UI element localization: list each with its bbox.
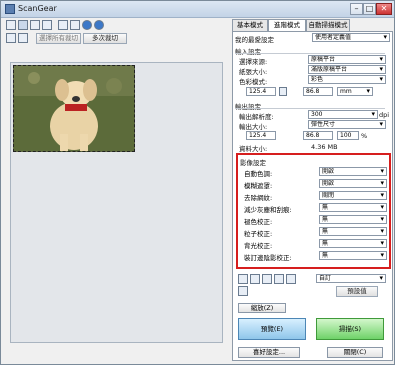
scale-field[interactable]: 100 (337, 131, 359, 140)
color-mode-select[interactable]: 彩色 (308, 75, 386, 84)
dust-scratch-select[interactable]: 無 (319, 203, 387, 212)
auto-tone-select[interactable]: 開啟 (319, 167, 387, 176)
output-settings-heading: 輸出設定 (235, 103, 261, 111)
aspect-lock-icon[interactable] (279, 87, 287, 96)
thumbnail-icon[interactable] (58, 20, 68, 30)
input-width-field[interactable]: 125.4 (246, 87, 276, 96)
source-select[interactable]: 原稿平台 (308, 55, 386, 64)
mode-tabs: 基本模式 進階模式 自動掃描模式 (232, 19, 392, 32)
image-setting-label: 模糊遮罩: (244, 182, 273, 190)
output-label: 輸出解析度: (239, 113, 274, 121)
title-bar: ScanGear – □ ✕ (1, 1, 394, 18)
close-button[interactable]: 關閉(C) (327, 347, 383, 358)
preview-toolbar (4, 19, 224, 32)
input-settings-heading: 輸入設定 (235, 48, 261, 56)
clear-icon[interactable] (70, 20, 80, 30)
image-setting-label: 減少灰塵和刮痕: (244, 206, 292, 214)
divider (235, 108, 385, 109)
app-icon (5, 4, 15, 14)
input-label: 紙張大小: (239, 68, 268, 76)
advanced-mode-panel: 我的最愛設定 使用者定義值 輸入設定 選擇來源: 原稿平台 紙張大小: 滿版原稿… (232, 31, 393, 361)
gutter-shadow-select[interactable]: 無 (319, 251, 387, 260)
input-label: 色彩模式: (239, 78, 268, 86)
data-size-label: 資料大小: (239, 145, 268, 153)
preferences-button[interactable]: 喜好設定... (238, 347, 300, 358)
paper-size-select[interactable]: 滿版原稿平台 (308, 65, 386, 74)
tone-preset-select[interactable]: 自訂 (316, 274, 386, 283)
unsharp-mask-select[interactable]: 開啟 (319, 179, 387, 188)
crop-frame-icon[interactable] (6, 33, 16, 43)
rotate-left-icon[interactable] (30, 20, 40, 30)
crop-toolbar: 選擇所有裁切 多次裁切 (4, 32, 224, 45)
window-title: ScanGear (18, 4, 57, 13)
output-label: 輸出大小: (239, 123, 268, 131)
preview-button[interactable]: 預覽(E) (238, 318, 306, 340)
auto-crop-icon[interactable] (6, 20, 16, 30)
divider (235, 53, 385, 54)
fading-correction-select[interactable]: 無 (319, 215, 387, 224)
tab-auto-scan-mode[interactable]: 自動掃描模式 (306, 19, 350, 31)
grain-correction-select[interactable]: 無 (319, 227, 387, 236)
output-width-field[interactable]: 125.4 (246, 131, 276, 140)
data-size-value: 4.36 MB (311, 143, 338, 151)
color-balance-icon[interactable] (286, 274, 296, 284)
input-height-field[interactable]: 86.8 (303, 87, 333, 96)
image-settings-heading: 影像設定 (240, 159, 266, 167)
preview-area[interactable] (10, 62, 223, 343)
image-setting-label: 背光校正: (244, 242, 273, 250)
backlight-correction-select[interactable]: 無 (319, 239, 387, 248)
image-setting-label: 粒子校正: (244, 230, 273, 238)
defaults-button[interactable]: 預設值 (336, 286, 378, 297)
preview-image[interactable] (13, 65, 135, 152)
maximize-button[interactable]: □ (363, 3, 376, 15)
minimize-button[interactable]: – (350, 3, 363, 15)
image-setting-label: 去除網紋: (244, 194, 273, 202)
image-setting-label: 自動色調: (244, 170, 273, 178)
input-label: 選擇來源: (239, 58, 268, 66)
info-icon[interactable] (82, 20, 92, 30)
histogram-icon[interactable] (250, 274, 260, 284)
select-all-crops-button[interactable]: 選擇所有裁切 (36, 33, 81, 44)
dpi-unit: dpi (379, 111, 390, 119)
rotate-right-icon[interactable] (42, 20, 52, 30)
help-icon[interactable] (94, 20, 104, 30)
select-all-icon[interactable] (18, 20, 28, 30)
zoom-button[interactable]: 縮放(Z) (238, 303, 286, 313)
output-size-select[interactable]: 彈性尺寸 (308, 120, 386, 129)
scangear-window: ScanGear – □ ✕ 選擇所有裁切 多次裁切 基本模式 進階模式 自動掃… (0, 0, 395, 365)
multi-crop-button[interactable]: 多次裁切 (83, 33, 127, 44)
close-window-button[interactable]: ✕ (376, 3, 392, 15)
descreen-select[interactable]: 關閉 (319, 191, 387, 200)
favorites-select[interactable]: 使用者定義值 (312, 33, 390, 42)
final-review-icon[interactable] (238, 286, 248, 296)
scan-button[interactable]: 掃描(S) (316, 318, 384, 340)
favorites-label: 我的最愛設定 (235, 36, 274, 44)
output-height-field[interactable]: 86.8 (303, 131, 333, 140)
image-settings-group: 影像設定 自動色調: 開啟 模糊遮罩: 開啟 去除網紋: 關閉 減少灰塵和刮痕:… (236, 153, 391, 269)
dog-photo (14, 66, 134, 151)
brightness-icon[interactable] (238, 274, 248, 284)
image-setting-label: 裝訂邊陰影校正: (244, 254, 292, 262)
threshold-icon[interactable] (274, 274, 284, 284)
percent-unit: % (361, 132, 368, 140)
resolution-select[interactable]: 300 (308, 110, 378, 119)
image-setting-label: 褪色校正: (244, 218, 273, 226)
crop-remove-icon[interactable] (18, 33, 28, 43)
tone-curve-icon[interactable] (262, 274, 272, 284)
tab-basic-mode[interactable]: 基本模式 (232, 19, 268, 31)
unit-select[interactable]: mm (337, 87, 373, 96)
